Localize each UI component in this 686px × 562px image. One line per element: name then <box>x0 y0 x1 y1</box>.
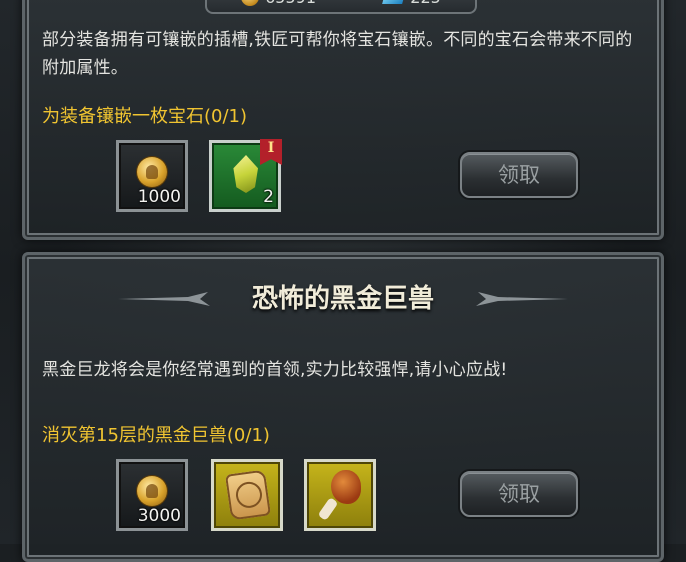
reward-slot-meat[interactable] <box>304 459 376 531</box>
reward-slot-gold[interactable]: 3000 <box>116 459 188 531</box>
yellow-gem-icon <box>233 155 258 193</box>
gem-currency: 225 <box>382 0 441 7</box>
gem-amount: 225 <box>410 0 441 7</box>
currency-bar: 65591 225 <box>205 0 477 14</box>
reward-slot-scroll[interactable] <box>211 459 283 531</box>
gold-amount: 65591 <box>265 0 316 7</box>
claim-button[interactable]: 领取 <box>460 152 578 198</box>
reward-count: 1000 <box>137 187 181 207</box>
quest-task: 为装备镶嵌一枚宝石(0/1) <box>42 106 248 127</box>
quest-task: 消灭第15层的黑金巨兽(0/1) <box>42 425 270 446</box>
quest-description: 黑金巨龙将会是你经常遇到的首领,实力比较强悍,请小心应战! <box>42 360 508 380</box>
claim-button[interactable]: 领取 <box>460 471 578 517</box>
scroll-icon <box>224 469 272 521</box>
reward-slot-gold[interactable]: 1000 <box>116 140 188 212</box>
reward-count: 3000 <box>137 506 181 526</box>
meat-icon <box>317 470 363 521</box>
gold-coin-icon <box>241 0 260 6</box>
right-wing-ornament <box>458 290 568 308</box>
tier-badge: I <box>260 139 282 165</box>
gold-currency: 65591 <box>241 0 316 7</box>
quest-description: 部分装备拥有可镶嵌的插槽,铁匠可帮你将宝石镶嵌。不同的宝石会带来不同的附加属性。 <box>42 30 633 78</box>
reward-count: 2 <box>263 187 274 207</box>
gold-coin-icon <box>137 157 167 187</box>
quest-title-banner: 恐怖的黑金巨兽 <box>118 280 568 320</box>
gold-coin-icon <box>137 476 167 506</box>
reward-slot-gem[interactable]: I 2 <box>209 139 282 212</box>
blue-gem-icon <box>382 0 407 4</box>
